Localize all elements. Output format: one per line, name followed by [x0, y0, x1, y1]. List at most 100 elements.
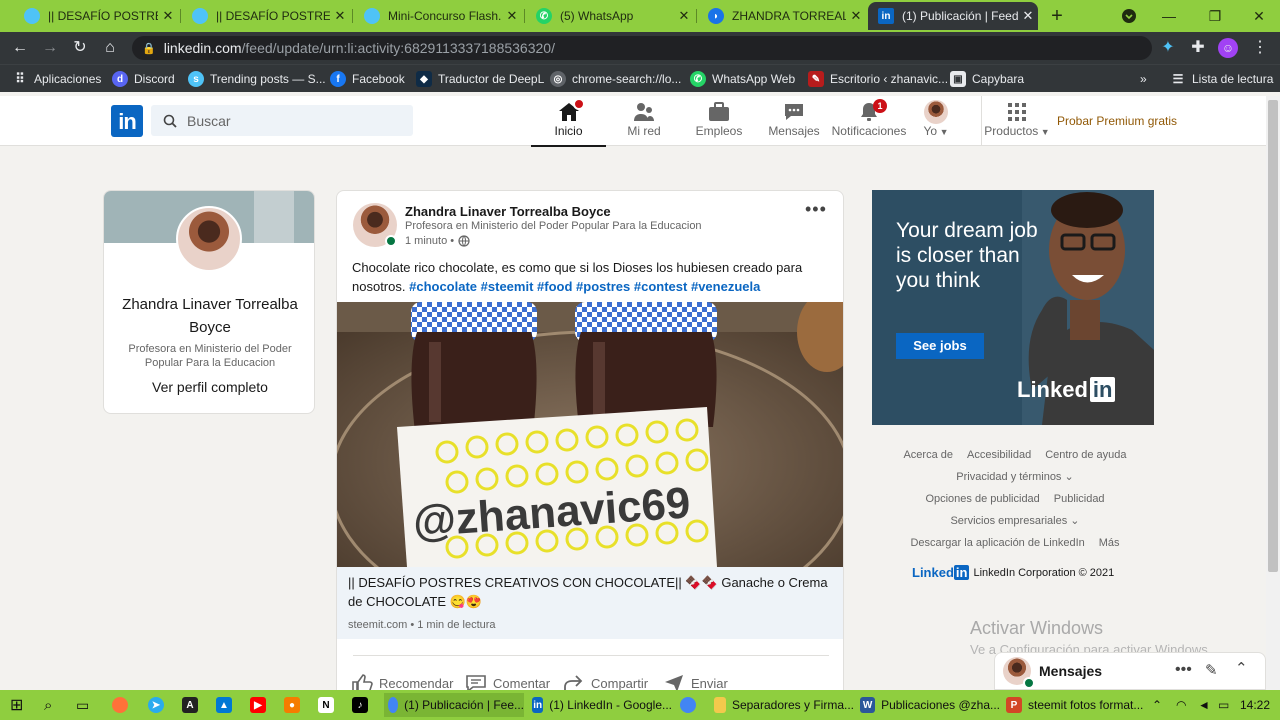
menu-kebab-icon[interactable]: ⋮: [1250, 38, 1270, 58]
scrollbar-thumb[interactable]: [1268, 100, 1278, 572]
close-icon[interactable]: ✕: [330, 8, 350, 24]
tray-overflow-icon[interactable]: ⌃: [1152, 693, 1162, 717]
chevron-up-icon[interactable]: ⌃: [1235, 659, 1248, 677]
taskbar-item[interactable]: Separadores y Firma...: [714, 693, 854, 717]
footer-link[interactable]: Centro de ayuda: [1045, 444, 1126, 466]
nav-me[interactable]: Yo ▼: [906, 100, 966, 146]
browser-tab[interactable]: || DESAFÍO POSTRES C ✕: [14, 2, 178, 30]
bookmark-capybara[interactable]: ▣ Capybara: [950, 69, 1024, 89]
footer-link[interactable]: Publicidad: [1054, 488, 1105, 510]
taskbar-item[interactable]: W Publicaciones @zha...: [860, 693, 1000, 717]
tab-title: || DESAFÍO POSTRES C: [48, 9, 158, 23]
app-icon[interactable]: A: [182, 693, 204, 717]
nav-home[interactable]: Inicio: [531, 98, 606, 147]
close-icon[interactable]: ✕: [502, 8, 522, 24]
hashtag[interactable]: #venezuela: [691, 279, 760, 294]
hashtag[interactable]: #chocolate: [409, 279, 477, 294]
page-scrollbar[interactable]: [1266, 96, 1280, 690]
footer-link[interactable]: Descargar la aplicación de LinkedIn: [910, 532, 1084, 554]
close-icon[interactable]: ✕: [1018, 8, 1038, 24]
hashtag[interactable]: #postres: [576, 279, 630, 294]
forward-icon[interactable]: →: [40, 38, 60, 58]
bookmark-chrome-search[interactable]: ◎ chrome-search://lo...: [550, 69, 681, 89]
whatsapp-icon: ✆: [690, 71, 706, 87]
back-icon[interactable]: ←: [10, 38, 30, 58]
restore-button[interactable]: ❐: [1192, 0, 1238, 32]
browser-tab[interactable]: || DESAFÍO POSTRES C ✕: [182, 2, 350, 30]
bookmark-facebook[interactable]: f Facebook: [330, 69, 405, 89]
link-preview-title[interactable]: || DESAFÍO POSTRES CREATIVOS CON CHOCOLA…: [348, 573, 834, 611]
window-close-button[interactable]: ✕: [1236, 0, 1280, 32]
youtube-icon[interactable]: ▶: [250, 693, 272, 717]
nav-messaging[interactable]: Mensajes: [756, 100, 832, 146]
profile-name[interactable]: Zhandra Linaver Torrealba Boyce: [112, 293, 308, 339]
view-profile-link[interactable]: Ver perfil completo: [112, 379, 308, 395]
reading-list[interactable]: ☰ Lista de lectura: [1170, 69, 1274, 89]
home-icon[interactable]: ⌂: [100, 38, 120, 58]
search-icon[interactable]: ⌕: [44, 693, 52, 717]
browser-tab[interactable]: ✆ (5) WhatsApp ✕: [526, 2, 694, 30]
see-jobs-button[interactable]: See jobs: [896, 333, 984, 359]
bookmark-discord[interactable]: d Discord: [112, 69, 175, 89]
extension-icon[interactable]: ✦: [1158, 38, 1178, 58]
extensions-puzzle-icon[interactable]: ✚: [1188, 38, 1208, 58]
footer-link[interactable]: Privacidad y términos ⌄: [956, 466, 1073, 488]
notion-icon[interactable]: N: [318, 693, 340, 717]
bookmark-deepl[interactable]: ◆ Traductor de DeepL: [416, 69, 544, 89]
premium-link[interactable]: Probar Premium gratis: [1057, 114, 1177, 128]
task-view-icon[interactable]: ▭: [76, 693, 89, 717]
hashtag[interactable]: #food: [537, 279, 572, 294]
profile-avatar-icon[interactable]: ☺: [1218, 38, 1238, 58]
hashtag[interactable]: #contest: [634, 279, 687, 294]
bookmark-steemit[interactable]: s Trending posts — S...: [188, 69, 326, 89]
minimize-button[interactable]: —: [1146, 0, 1192, 32]
browser-tab-active[interactable]: in (1) Publicación | Feed ✕: [868, 2, 1038, 30]
bookmark-apps[interactable]: ⠿ Aplicaciones: [12, 69, 101, 89]
taskbar-item[interactable]: (1) Publicación | Fee...: [384, 693, 524, 717]
keyboard-icon[interactable]: ▭: [1218, 693, 1229, 717]
footer-link[interactable]: Accesibilidad: [967, 444, 1031, 466]
messaging-bar[interactable]: Mensajes ••• ✎ ⌃: [994, 652, 1266, 690]
url-field[interactable]: 🔒 linkedin.com /feed/update/urn:li:activ…: [132, 36, 1152, 60]
photos-icon[interactable]: ▲: [216, 693, 238, 717]
hashtag[interactable]: #steemit: [481, 279, 534, 294]
taskbar-clock[interactable]: 14:22: [1240, 698, 1270, 712]
reload-icon[interactable]: ↻: [70, 38, 90, 58]
new-tab-button[interactable]: +: [1040, 0, 1074, 32]
nav-my-network[interactable]: Mi red: [606, 100, 682, 146]
bookmarks-overflow[interactable]: »: [1140, 69, 1147, 89]
volume-icon[interactable]: ◄: [1198, 693, 1210, 717]
profile-avatar[interactable]: [176, 206, 242, 272]
more-options-icon[interactable]: •••: [1175, 661, 1192, 679]
taskbar-item[interactable]: Psteemit fotos format...: [1006, 693, 1146, 717]
post-image[interactable]: @zhanavic69: [337, 302, 843, 567]
close-icon[interactable]: ✕: [158, 8, 178, 24]
browser-tab[interactable]: ◗ ZHANDRA TORREALBA ✕: [698, 2, 866, 30]
taskbar-item[interactable]: in (1) LinkedIn - Google...: [532, 693, 672, 717]
chrome-icon[interactable]: [680, 693, 702, 717]
footer-link[interactable]: Más: [1099, 532, 1120, 554]
footer-link[interactable]: Opciones de publicidad: [925, 488, 1039, 510]
nav-jobs[interactable]: Empleos: [681, 100, 757, 146]
nav-notifications[interactable]: 1 Notificaciones: [831, 99, 907, 146]
compose-icon[interactable]: ✎: [1205, 661, 1218, 679]
post-author[interactable]: Zhandra Linaver Torrealba Boyce: [405, 204, 611, 219]
footer-link[interactable]: Servicios empresariales ⌄: [950, 510, 1079, 532]
footer-link[interactable]: Acerca de: [903, 444, 953, 466]
close-icon[interactable]: ✕: [846, 8, 866, 24]
media-icon[interactable]: ●: [284, 693, 306, 717]
search-input[interactable]: Buscar: [151, 105, 413, 136]
nav-products[interactable]: Productos ▼: [982, 100, 1052, 146]
ad-banner[interactable]: Your dream job is closer than you think …: [872, 190, 1154, 425]
tiktok-icon[interactable]: ♪: [352, 693, 374, 717]
browser-tab[interactable]: Mini-Concurso Flash. / ✕: [354, 2, 522, 30]
post-more-options[interactable]: •••: [805, 199, 827, 220]
bookmark-escritorio[interactable]: ✎ Escritorio ‹ zhanavic...: [808, 69, 948, 89]
telegram-icon[interactable]: ➤: [148, 693, 170, 717]
wifi-icon[interactable]: ◠: [1176, 693, 1186, 717]
windows-start-icon[interactable]: ⊞: [10, 693, 23, 717]
close-icon[interactable]: ✕: [674, 8, 694, 24]
linkedin-logo[interactable]: in: [111, 105, 143, 137]
firefox-icon[interactable]: [112, 693, 134, 717]
bookmark-whatsapp[interactable]: ✆ WhatsApp Web: [690, 69, 795, 89]
